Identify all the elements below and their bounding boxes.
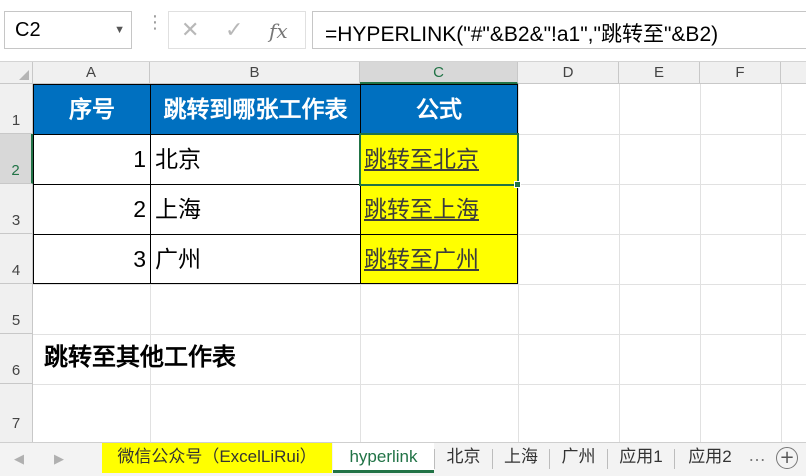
hyperlink-cell-c3[interactable]: 跳转至上海 bbox=[360, 184, 518, 235]
cell-a4[interactable]: 3 bbox=[33, 234, 151, 284]
gridline bbox=[619, 84, 620, 442]
row-header-5[interactable]: 5 bbox=[0, 284, 33, 334]
formula-input[interactable]: =HYPERLINK("#"&B2&"!a1","跳转至"&B2) bbox=[312, 11, 806, 49]
gridline bbox=[33, 284, 806, 285]
gridline bbox=[33, 334, 806, 335]
row-header-4[interactable]: 4 bbox=[0, 234, 33, 284]
sheet-tab-guangzhou[interactable]: 广州 bbox=[550, 443, 607, 473]
column-header-a[interactable]: A bbox=[33, 62, 150, 84]
gridline bbox=[700, 84, 701, 442]
sheet-tab-wechat[interactable]: 微信公众号（ExcelLiRui） bbox=[102, 443, 332, 473]
row-header-7[interactable]: 7 bbox=[0, 384, 33, 442]
row-header-3[interactable]: 3 bbox=[0, 184, 33, 234]
prev-sheet-icon[interactable]: ◀ bbox=[14, 451, 24, 467]
column-header-f[interactable]: F bbox=[700, 62, 781, 84]
cell-b2[interactable]: 北京 bbox=[150, 134, 361, 185]
cell-selection-outline bbox=[359, 133, 519, 186]
column-header-c[interactable]: C bbox=[360, 62, 518, 84]
next-sheet-icon[interactable]: ▶ bbox=[54, 451, 64, 467]
row-header-6[interactable]: 6 bbox=[0, 334, 33, 384]
sheet-tab-app2[interactable]: 应用2 bbox=[675, 443, 745, 473]
name-box[interactable]: C2 ▼ bbox=[4, 11, 132, 49]
fill-handle[interactable] bbox=[514, 181, 521, 188]
sheet-tab-beijing[interactable]: 北京 bbox=[435, 443, 492, 473]
enter-icon[interactable]: ✓ bbox=[225, 17, 243, 43]
cancel-icon[interactable]: ✕ bbox=[181, 17, 199, 43]
row-header-2[interactable]: 2 bbox=[0, 134, 33, 184]
column-header-d[interactable]: D bbox=[518, 62, 619, 84]
header-cell-number[interactable]: 序号 bbox=[33, 84, 151, 135]
row-header-1[interactable]: 1 bbox=[0, 84, 33, 134]
cell-a2[interactable]: 1 bbox=[33, 134, 151, 185]
more-tabs-icon[interactable]: … bbox=[748, 445, 766, 466]
worksheet-grid[interactable]: A B C D E F 1 2 3 4 5 6 7 序号 跳转到哪张工作表 公式… bbox=[0, 62, 806, 442]
header-cell-sheet[interactable]: 跳转到哪张工作表 bbox=[150, 84, 361, 135]
formula-text: =HYPERLINK("#"&B2&"!a1","跳转至"&B2) bbox=[325, 23, 719, 46]
cell-b4[interactable]: 广州 bbox=[150, 234, 361, 284]
gridline bbox=[781, 84, 782, 442]
grip-icon: ⋮ bbox=[146, 12, 164, 32]
hyperlink-cell-c4[interactable]: 跳转至广州 bbox=[360, 234, 518, 284]
name-box-value: C2 bbox=[15, 19, 41, 41]
sheet-tab-hyperlink[interactable]: hyperlink bbox=[333, 443, 434, 473]
header-cell-formula[interactable]: 公式 bbox=[360, 84, 518, 135]
sheet-tabs-bar: ◀ ▶ 微信公众号（ExcelLiRui） hyperlink 北京 上海 广州… bbox=[0, 442, 806, 476]
sheet-tab-shanghai[interactable]: 上海 bbox=[493, 443, 549, 473]
column-header-e[interactable]: E bbox=[619, 62, 700, 84]
chevron-down-icon[interactable]: ▼ bbox=[114, 24, 125, 36]
select-all-button[interactable] bbox=[0, 62, 33, 84]
cell-b3[interactable]: 上海 bbox=[150, 184, 361, 235]
hyperlink-text[interactable]: 跳转至广州 bbox=[364, 246, 479, 272]
sheet-tab-app1[interactable]: 应用1 bbox=[608, 443, 674, 473]
hyperlink-text[interactable]: 跳转至上海 bbox=[364, 196, 479, 222]
column-header-b[interactable]: B bbox=[150, 62, 360, 84]
cell-a3[interactable]: 2 bbox=[33, 184, 151, 235]
column-header-extra[interactable] bbox=[781, 62, 806, 84]
formula-bar-area: C2 ▼ ⋮ ✕ ✓ fx =HYPERLINK("#"&B2&"!a1","跳… bbox=[0, 0, 806, 62]
gridline bbox=[33, 384, 806, 385]
note-text[interactable]: 跳转至其他工作表 bbox=[44, 337, 236, 372]
formula-buttons: ✕ ✓ fx bbox=[168, 11, 306, 49]
add-sheet-icon[interactable]: + bbox=[776, 447, 798, 469]
insert-function-icon[interactable]: fx bbox=[269, 19, 288, 43]
